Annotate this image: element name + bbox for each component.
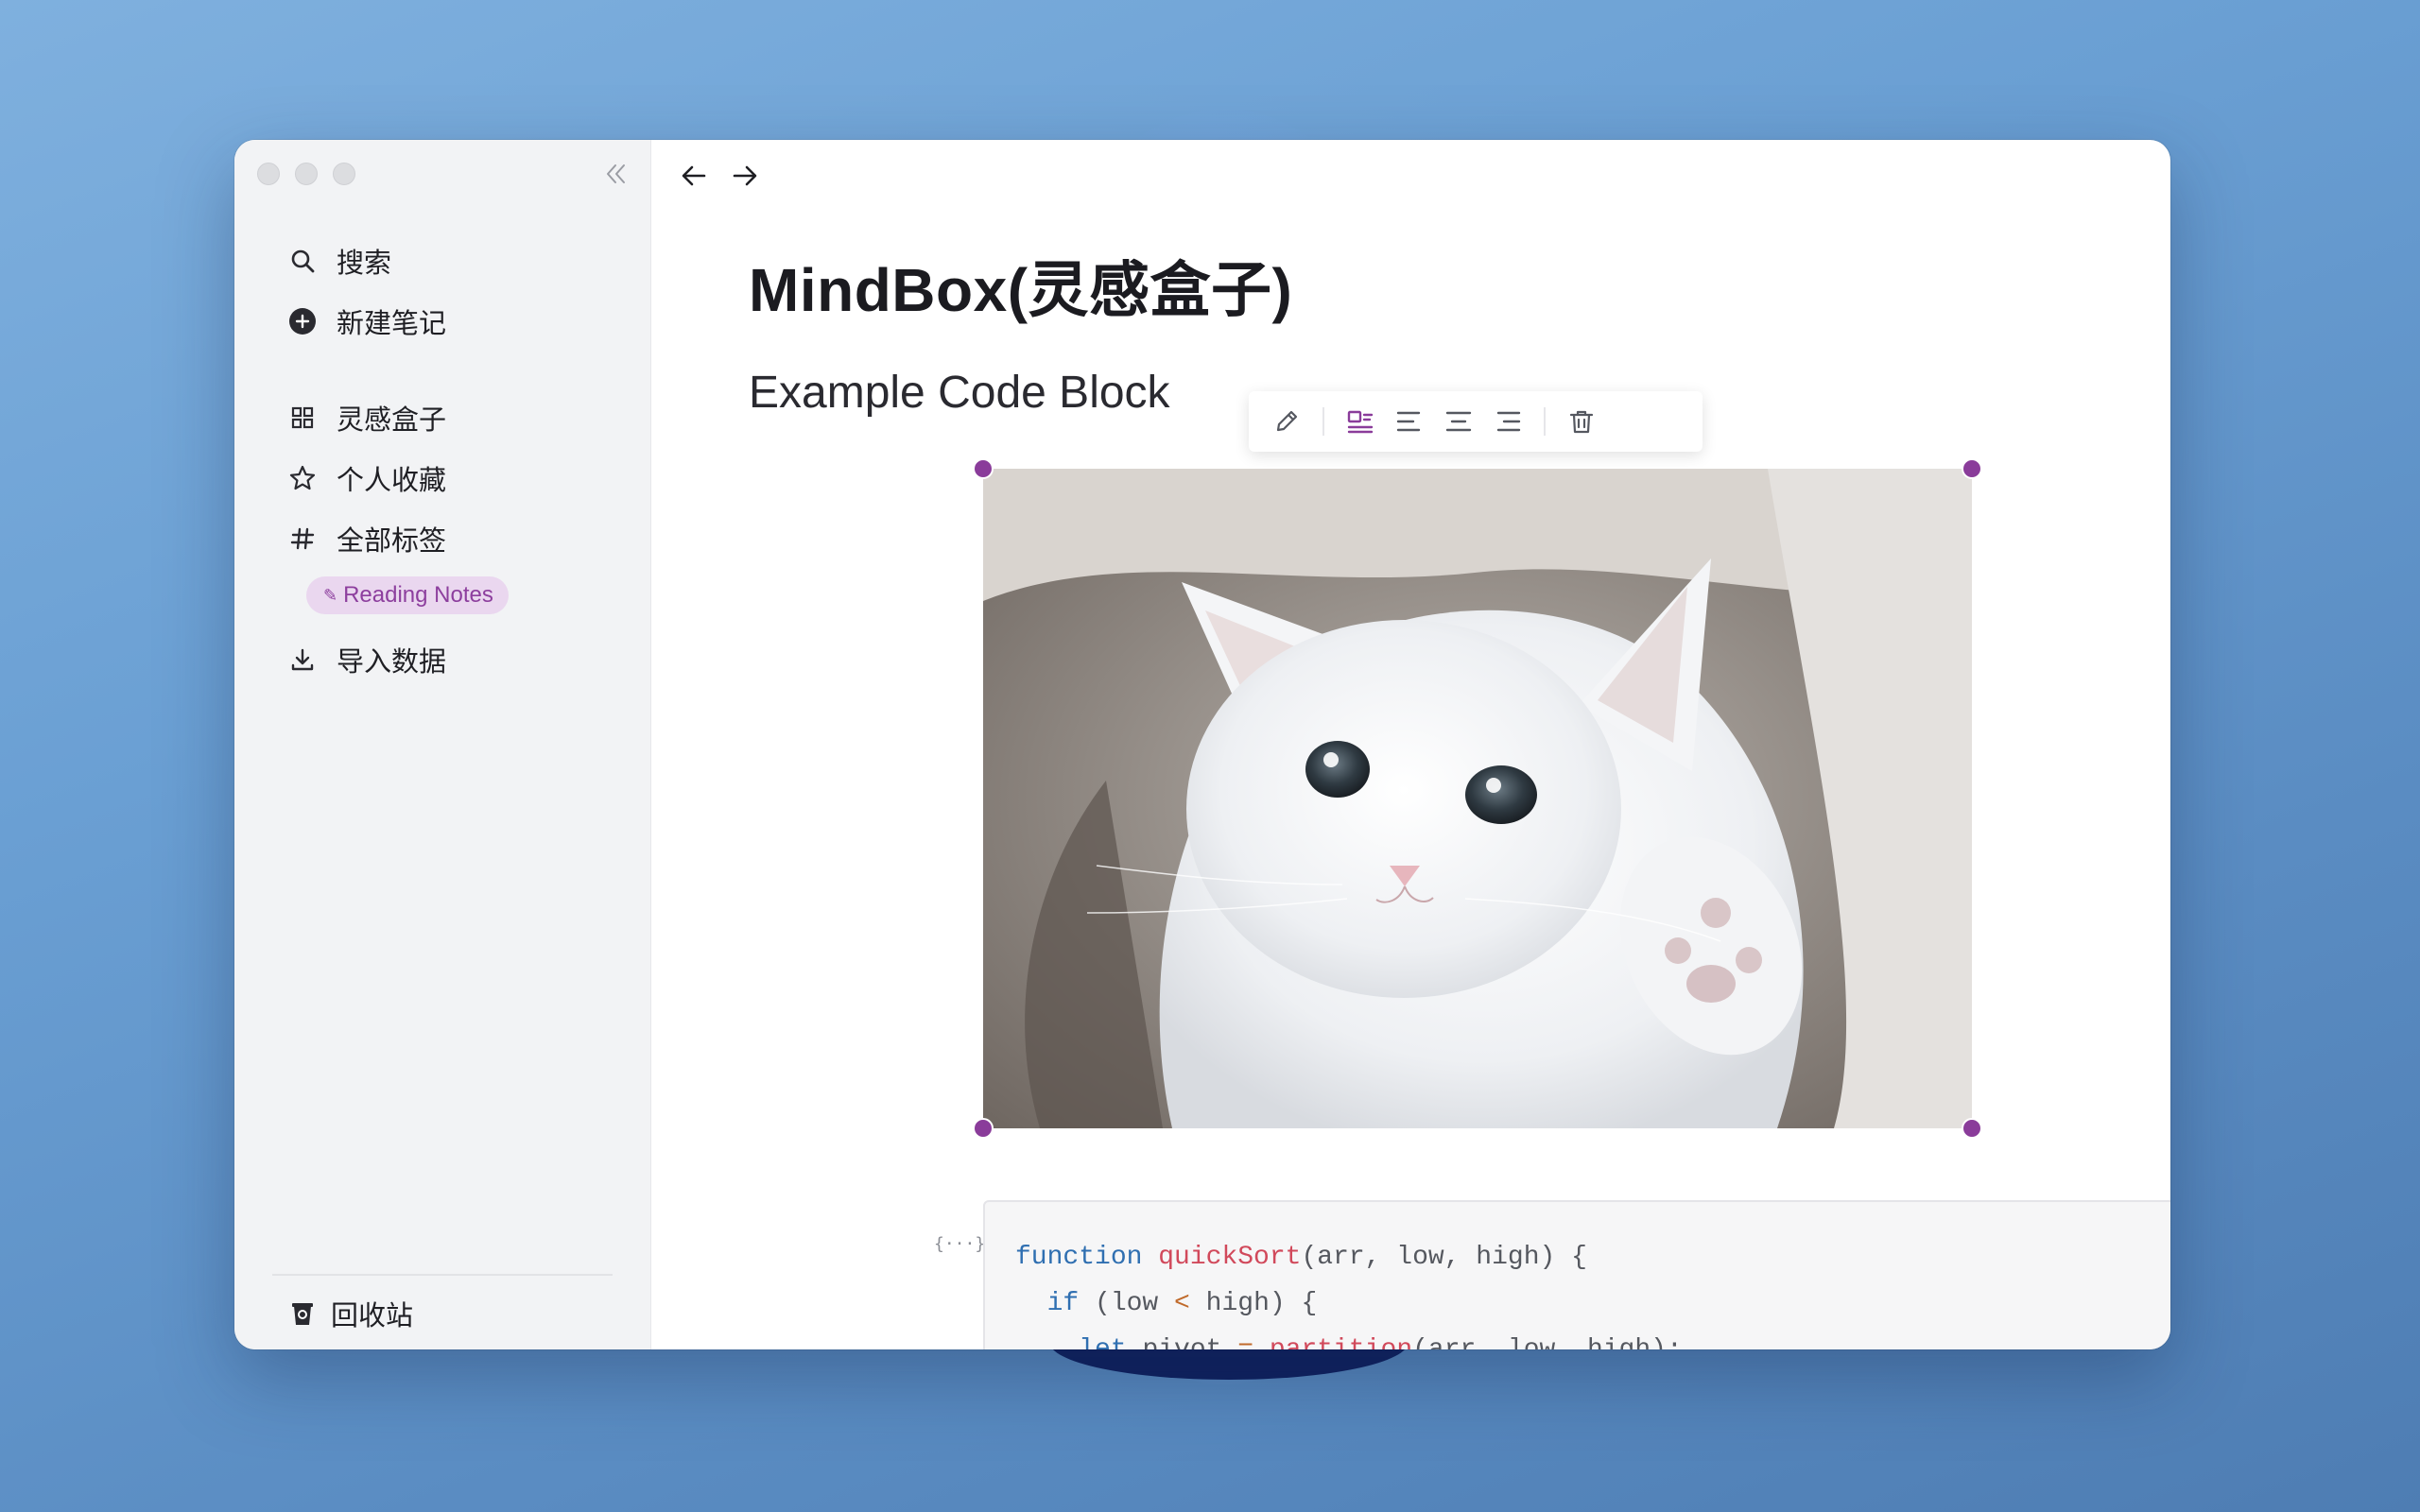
- tag-reading-notes[interactable]: ✎ Reading Notes: [306, 576, 509, 614]
- resize-handle-bottom-right[interactable]: [1962, 1118, 1982, 1139]
- sidebar-item-trash[interactable]: 回收站: [287, 1283, 413, 1344]
- sidebar-item-label: 全部标签: [337, 526, 447, 557]
- code-line: function quickSort(arr, low, high) {: [1015, 1243, 1587, 1272]
- resize-handle-top-right[interactable]: [1962, 458, 1982, 479]
- sidebar-item-search[interactable]: 搜索: [287, 231, 628, 291]
- sidebar-item-label: 导入数据: [337, 647, 447, 678]
- sidebar: 搜索 新建笔记 灵感盒子 个人收藏 全部标签 ✎ Reading Notes 导…: [234, 140, 651, 1349]
- sidebar-item-label: 灵感盒子: [337, 405, 447, 436]
- resize-handle-top-left[interactable]: [973, 458, 994, 479]
- sidebar-item-label: 搜索: [337, 249, 392, 279]
- image-toolbar: [1249, 391, 1703, 452]
- delete-trash-icon[interactable]: [1561, 401, 1602, 442]
- window-controls: [257, 163, 355, 185]
- sidebar-item-import[interactable]: 导入数据: [287, 629, 628, 690]
- toolbar-separator: [1322, 407, 1324, 436]
- document-heading[interactable]: Example Code Block: [749, 367, 1170, 419]
- back-arrow-icon[interactable]: [677, 159, 711, 193]
- sidebar-item-mindbox[interactable]: 灵感盒子: [287, 387, 628, 448]
- align-right-icon[interactable]: [1487, 401, 1529, 442]
- code-block-icon[interactable]: {···}: [934, 1234, 985, 1254]
- download-icon: [287, 644, 318, 675]
- sidebar-divider: [272, 1274, 613, 1276]
- sidebar-item-favorites[interactable]: 个人收藏: [287, 448, 628, 508]
- align-left-icon[interactable]: [1389, 401, 1430, 442]
- toolbar-separator: [1544, 407, 1546, 436]
- hash-icon: [287, 524, 318, 554]
- code-line: if (low < high) {: [1046, 1289, 1318, 1318]
- editor-area: MindBox(灵感盒子) Example Code Block {···} f…: [650, 140, 2170, 1349]
- sidebar-nav: 搜索 新建笔记 灵感盒子 个人收藏 全部标签 ✎ Reading Notes 导…: [287, 231, 628, 690]
- close-window-button[interactable]: [257, 163, 280, 185]
- pen-icon: ✎: [323, 585, 338, 605]
- inline-layout-icon[interactable]: [1340, 401, 1381, 442]
- code-line: let pivot = partition(arr, low, high);: [1015, 1327, 2170, 1349]
- sidebar-item-label: 回收站: [331, 1301, 414, 1332]
- align-center-icon[interactable]: [1438, 401, 1479, 442]
- grid-icon: [287, 403, 318, 433]
- collapse-sidebar-icon[interactable]: [601, 159, 631, 189]
- search-icon: [287, 246, 318, 276]
- sidebar-item-label: 个人收藏: [337, 466, 447, 496]
- code-block[interactable]: function quickSort(arr, low, high) { if …: [983, 1200, 2170, 1349]
- selected-image[interactable]: [973, 458, 1982, 1139]
- sidebar-item-all-tags[interactable]: 全部标签: [287, 508, 628, 569]
- plus-circle-icon: [287, 306, 318, 336]
- star-icon: [287, 463, 318, 493]
- sidebar-item-new-note[interactable]: 新建笔记: [287, 291, 628, 352]
- document-title[interactable]: MindBox(灵感盒子): [749, 242, 1292, 329]
- forward-arrow-icon[interactable]: [728, 159, 762, 193]
- maximize-window-button[interactable]: [333, 163, 355, 185]
- edit-pencil-icon[interactable]: [1266, 401, 1307, 442]
- app-window: 搜索 新建笔记 灵感盒子 个人收藏 全部标签 ✎ Reading Notes 导…: [234, 140, 2170, 1349]
- sidebar-item-label: 新建笔记: [337, 309, 447, 339]
- kitten-image: [983, 469, 1972, 1128]
- tag-label: Reading Notes: [343, 582, 493, 608]
- trash-bin-icon: [287, 1298, 318, 1329]
- minimize-window-button[interactable]: [295, 163, 318, 185]
- resize-handle-bottom-left[interactable]: [973, 1118, 994, 1139]
- history-nav: [677, 159, 762, 193]
